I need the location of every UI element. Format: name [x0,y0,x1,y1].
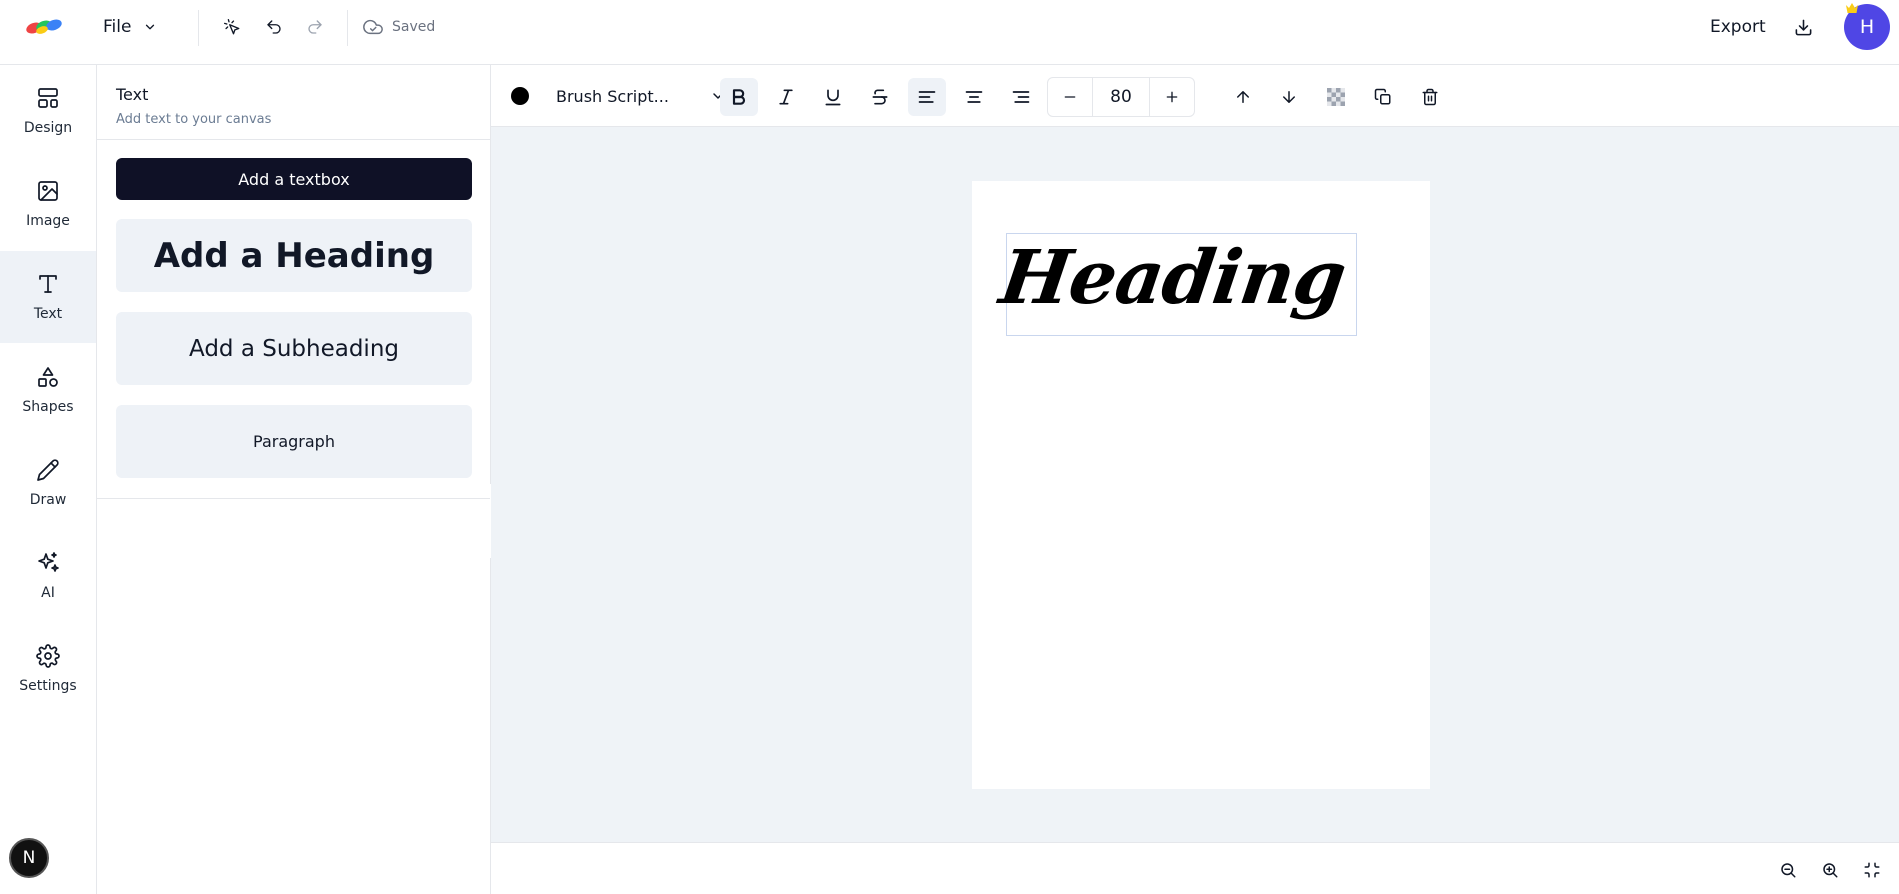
add-subheading-card[interactable]: Add a Subheading [116,312,472,385]
align-right-button[interactable] [1002,78,1040,116]
font-family-label: Brush Script... [556,86,669,106]
sparkles-icon [36,551,60,575]
align-left-icon [917,87,937,107]
duplicate-button[interactable] [1364,78,1402,116]
strikethrough-button[interactable] [861,78,899,116]
text-color-swatch[interactable] [511,87,529,105]
chevron-down-icon [143,20,157,34]
font-family-select[interactable]: Brush Script... [556,79,726,113]
trash-icon [1421,88,1439,106]
underline-button[interactable] [814,78,852,116]
bold-button[interactable] [720,78,758,116]
decrease-font-size-button[interactable] [1047,77,1093,117]
export-button[interactable]: Export [1710,14,1766,40]
rail-item-label: Text [33,306,63,322]
design-page[interactable]: Heading [972,181,1430,789]
divider [198,10,199,46]
align-center-icon [964,87,984,107]
download-icon[interactable] [1790,14,1816,40]
redo-icon[interactable] [302,14,328,40]
file-menu-label: File [103,17,132,37]
rail-item-label: AI [41,585,55,601]
arrow-down-icon [1280,88,1298,106]
rail-item-design[interactable]: Design [0,65,96,157]
font-size-control [1047,77,1201,117]
rail-item-shapes[interactable]: Shapes [0,344,96,436]
panel-header: Text Add text to your canvas [97,65,490,140]
send-backward-button[interactable] [1270,78,1308,116]
layout-icon [36,86,60,110]
heading-text[interactable]: Heading [995,235,1350,321]
align-left-button[interactable] [908,78,946,116]
rail-item-settings[interactable]: Settings [0,623,96,715]
checkerboard-icon [1327,88,1345,106]
italic-button[interactable] [767,78,805,116]
format-toolbar: Brush Script... [491,65,1899,127]
rail-item-label: Settings [19,678,77,694]
transparency-button[interactable] [1317,78,1355,116]
plus-icon [1166,91,1178,103]
pencil-icon [36,458,60,482]
canvas-workspace: Heading [491,127,1899,842]
rail-item-label: Draw [29,492,67,508]
cloud-check-icon [362,16,384,38]
fit-screen-icon[interactable] [1860,858,1884,882]
rail-item-label: Image [26,213,70,229]
rail-item-draw[interactable]: Draw [0,437,96,529]
dev-tools-badge[interactable]: N [9,838,49,878]
strikethrough-icon [870,87,890,107]
zoom-out-icon[interactable] [1776,858,1800,882]
top-bar: File Saved Export H [0,0,1899,65]
add-paragraph-card[interactable]: Paragraph [116,405,472,478]
increase-font-size-button[interactable] [1149,77,1195,117]
align-right-icon [1011,87,1031,107]
text-icon [36,272,60,296]
add-heading-card[interactable]: Add a Heading [116,219,472,292]
bottom-bar [491,842,1899,894]
rail-item-text[interactable]: Text [0,251,96,343]
delete-button[interactable] [1411,78,1449,116]
crown-icon [1845,2,1859,14]
text-panel: Text Add text to your canvas Add a textb… [97,65,491,894]
divider [97,498,490,499]
italic-icon [776,87,796,107]
rail-item-image[interactable]: Image [0,158,96,250]
copy-icon [1374,88,1392,106]
panel-subtitle: Add text to your canvas [116,112,272,127]
file-menu[interactable]: File [103,12,157,42]
image-icon [36,179,60,203]
bold-icon [729,87,749,107]
gear-icon [36,644,60,668]
minus-icon [1064,96,1076,98]
font-size-input[interactable] [1093,77,1149,117]
rail-item-label: Shapes [22,399,74,415]
panel-title: Text [116,85,149,104]
selected-textbox[interactable]: Heading [995,233,1357,336]
bring-forward-button[interactable] [1224,78,1262,116]
left-rail: Design Image Text Shapes Draw AI Setting… [0,65,97,894]
shapes-icon [36,365,60,389]
add-textbox-button[interactable]: Add a textbox [116,158,472,200]
arrow-up-icon [1234,88,1252,106]
save-status: Saved [362,14,435,40]
app-logo[interactable] [24,17,64,37]
rail-item-ai[interactable]: AI [0,530,96,622]
undo-icon[interactable] [261,14,287,40]
divider [347,10,348,46]
zoom-in-icon[interactable] [1818,858,1842,882]
saved-label: Saved [392,19,436,35]
underline-icon [823,87,843,107]
rail-item-label: Design [23,120,73,136]
align-center-button[interactable] [955,78,993,116]
select-cursor-icon[interactable] [219,14,245,40]
